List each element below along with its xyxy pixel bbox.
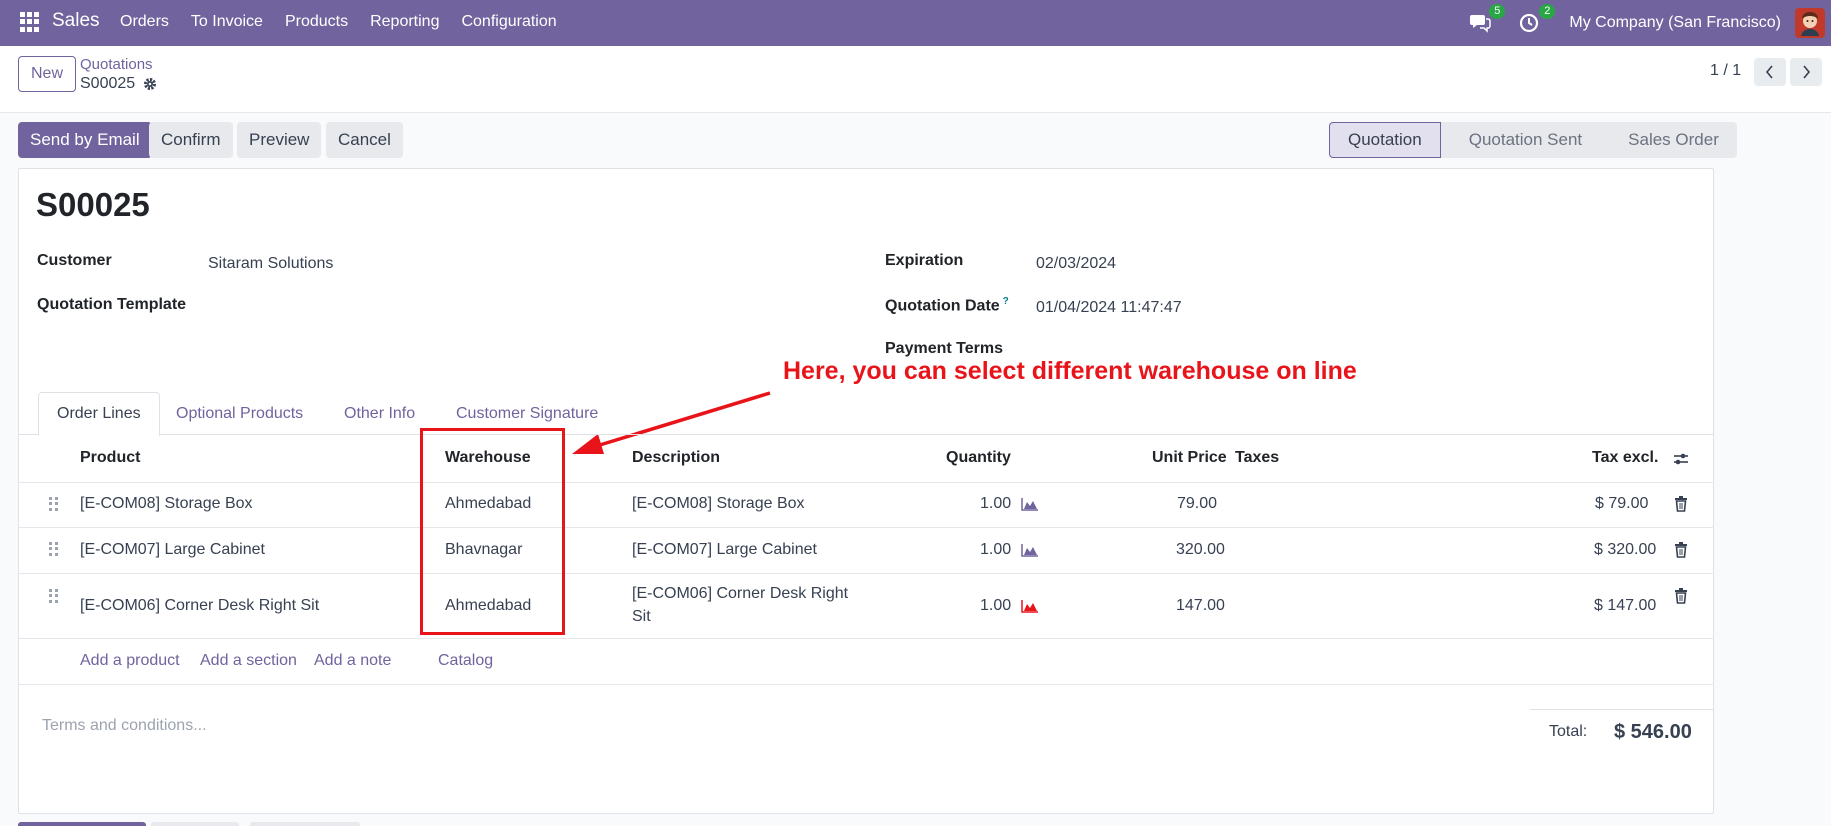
add-section-link[interactable]: Add a section [200,652,297,670]
chevron-left-icon [1765,65,1773,79]
activities-icon[interactable]: 2 [1519,4,1556,33]
expiration-field[interactable]: 02/03/2024 [1036,255,1116,273]
gear-icon[interactable] [143,77,157,91]
menu-orders[interactable]: Orders [120,13,169,31]
tab-order-lines[interactable]: Order Lines [38,392,160,436]
activities-badge: 2 [1539,4,1556,19]
total-label: Total: [1549,723,1588,740]
control-panel: New Quotations S00025 1 / 1 [0,46,1831,113]
column-description[interactable]: Description [632,449,720,467]
terms-and-conditions-input[interactable]: Terms and conditions... [42,717,207,735]
preview-button[interactable]: Preview [237,122,322,158]
notebook-tabs: Order Lines Optional Products Other Info… [18,392,1714,436]
breadcrumb-current: S00025 [80,75,157,93]
row-divider [18,527,1714,528]
expiration-label: Expiration [885,252,964,269]
forecast-chart-icon[interactable] [1021,543,1039,557]
new-button[interactable]: New [18,56,77,92]
app-brand[interactable]: Sales [52,10,100,32]
tab-optional-products[interactable]: Optional Products [158,392,321,436]
trash-icon[interactable] [1674,496,1688,512]
cancel-button[interactable]: Cancel [326,122,403,158]
menu-products[interactable]: Products [285,13,348,31]
add-note-link[interactable]: Add a note [314,652,391,670]
row-2-unit-price[interactable]: 320.00 [1176,541,1225,559]
bottom-secondary-button[interactable] [250,822,360,826]
row-divider [18,573,1714,574]
app-grid-icon[interactable] [20,12,40,32]
trash-icon[interactable] [1674,542,1688,558]
status-quotation[interactable]: Quotation [1329,122,1441,158]
row-2-subtotal: $ 320.00 [1594,541,1657,558]
send-by-email-button[interactable]: Send by Email [18,122,152,158]
column-tax-excl[interactable]: Tax excl. [1592,449,1658,467]
drag-handle-icon[interactable] [49,497,59,511]
header-divider [18,482,1714,483]
confirm-button[interactable]: Confirm [149,122,233,158]
forecast-chart-icon[interactable] [1021,497,1039,511]
quotation-date-field[interactable]: 01/04/2024 11:47:47 [1036,299,1182,317]
breadcrumb-quotations[interactable]: Quotations [80,56,153,73]
total-divider [1530,709,1714,710]
status-bar: Quotation Quotation Sent Sales Order [1329,122,1737,158]
row-3-subtotal: $ 147.00 [1594,597,1657,614]
row-1-product[interactable]: [E-COM08] Storage Box [80,495,253,513]
row-1-subtotal: $ 79.00 [1595,495,1649,512]
menu-configuration[interactable]: Configuration [461,13,556,31]
quotation-date-label: Quotation Date? [885,296,1009,315]
row-divider [18,638,1714,639]
main-menu: Orders To Invoice Products Reporting Con… [120,13,579,31]
row-3-description-continued[interactable]: Sit [632,608,651,626]
row-2-description[interactable]: [E-COM07] Large Cabinet [632,541,817,559]
bottom-primary-button[interactable] [18,822,146,826]
column-product[interactable]: Product [80,449,140,467]
forecast-chart-warning-icon[interactable] [1021,599,1039,613]
annotation-highlight-box [420,428,565,635]
column-quantity[interactable]: Quantity [946,449,1011,467]
row-2-product[interactable]: [E-COM07] Large Cabinet [80,541,265,559]
messages-badge: 5 [1489,4,1506,19]
row-2-quantity[interactable]: 1.00 [980,541,1011,559]
menu-reporting[interactable]: Reporting [370,13,439,31]
status-quotation-sent[interactable]: Quotation Sent [1440,122,1601,158]
status-sales-order[interactable]: Sales Order [1600,122,1737,158]
top-navbar: Sales Orders To Invoice Products Reporti… [0,0,1831,46]
drag-handle-icon[interactable] [49,589,59,603]
row-1-unit-price[interactable]: 79.00 [1177,495,1217,513]
total-value: $ 546.00 [1614,721,1692,743]
row-3-product[interactable]: [E-COM06] Corner Desk Right Sit [80,597,319,615]
trash-icon[interactable] [1674,588,1688,604]
bottom-secondary-button[interactable] [151,822,239,826]
row-3-quantity[interactable]: 1.00 [980,597,1011,615]
add-product-link[interactable]: Add a product [80,652,180,670]
row-3-unit-price[interactable]: 147.00 [1176,597,1225,615]
annotation-text: Here, you can select different warehouse… [783,357,1357,385]
drag-handle-icon[interactable] [49,542,59,556]
chevron-right-icon [1803,65,1811,79]
company-switcher[interactable]: My Company (San Francisco) [1569,14,1781,32]
row-1-description[interactable]: [E-COM08] Storage Box [632,495,805,513]
pager-value[interactable]: 1 / 1 [1710,62,1741,80]
column-unit-price[interactable]: Unit Price [1152,449,1227,467]
optional-columns-icon[interactable] [1673,451,1689,467]
messages-icon[interactable]: 5 [1469,4,1506,33]
table-footer-divider [18,684,1714,685]
pager-previous-button[interactable] [1754,58,1786,86]
order-title: S00025 [36,186,150,223]
quotation-template-label: Quotation Template [37,296,187,313]
pager-next-button[interactable] [1790,58,1822,86]
user-avatar[interactable] [1795,8,1825,38]
customer-label: Customer [37,252,112,269]
quotation-date-label-text: Quotation Date [885,297,1000,315]
payment-terms-label: Payment Terms [885,340,1003,357]
help-tooltip-icon[interactable]: ? [1003,296,1009,307]
row-1-quantity[interactable]: 1.00 [980,495,1011,513]
column-taxes[interactable]: Taxes [1235,449,1279,467]
customer-field[interactable]: Sitaram Solutions [208,255,333,273]
catalog-button[interactable]: Catalog [438,652,493,670]
breadcrumb-current-label: S00025 [80,75,136,92]
tab-other-info[interactable]: Other Info [326,392,433,436]
row-3-description[interactable]: [E-COM06] Corner Desk Right [632,585,848,603]
menu-to-invoice[interactable]: To Invoice [191,13,263,31]
